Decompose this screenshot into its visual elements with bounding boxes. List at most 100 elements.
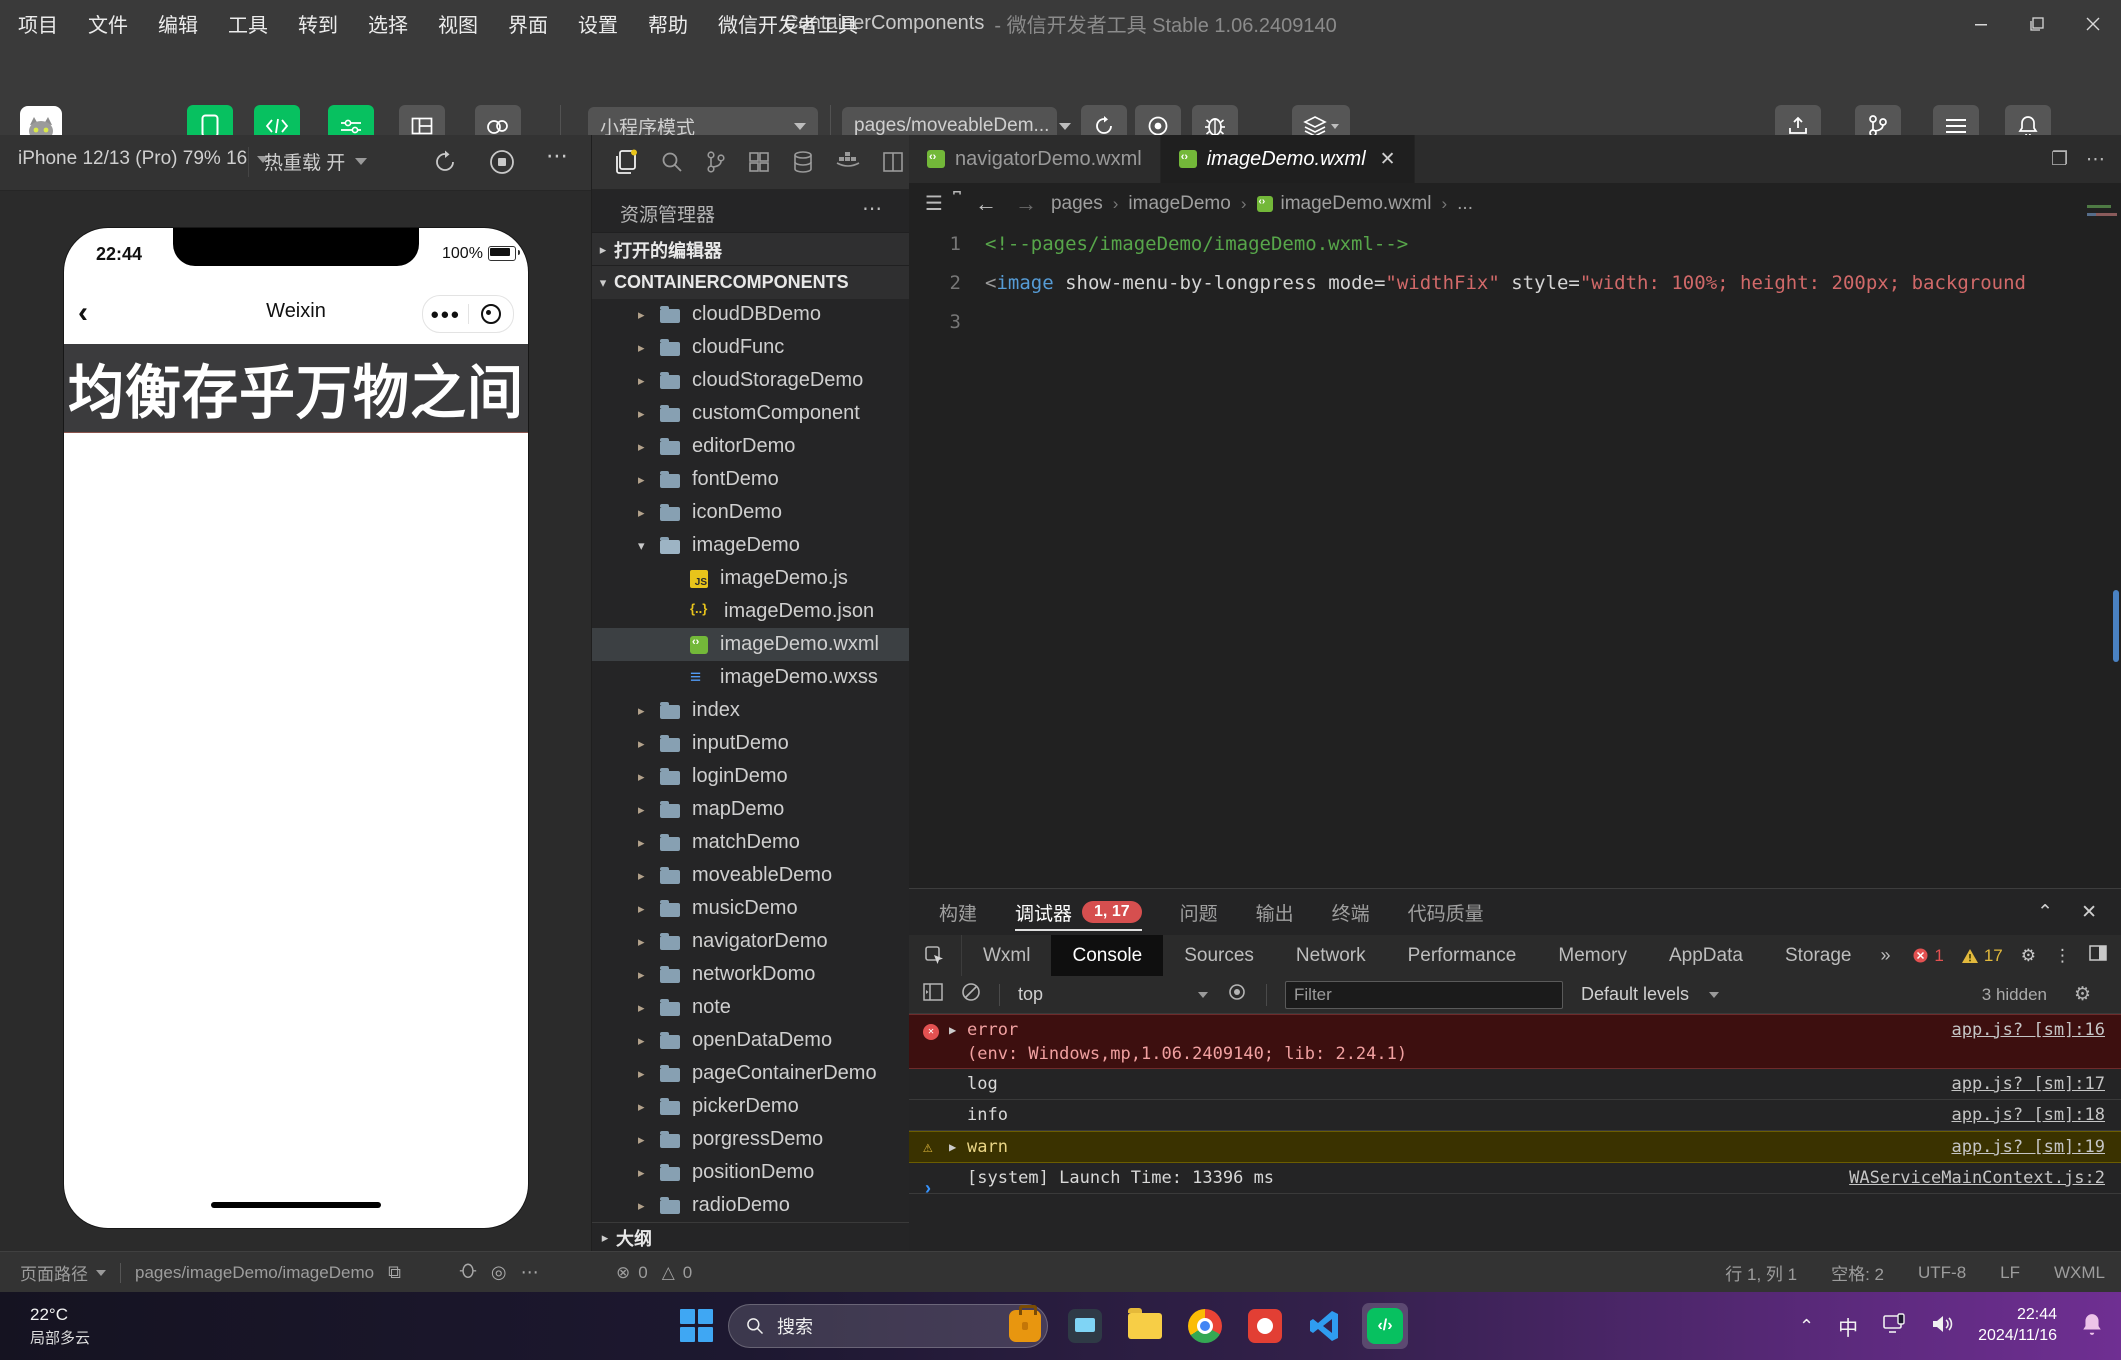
- tree-item[interactable]: index: [592, 694, 910, 727]
- tree-item[interactable]: porgressDemo: [592, 1123, 910, 1156]
- device-select[interactable]: iPhone 12/13 (Pro) 79% 16: [18, 148, 270, 170]
- dock-side-icon[interactable]: [2089, 945, 2107, 966]
- devtools-tab[interactable]: Memory: [1537, 935, 1648, 976]
- statusbar-item[interactable]: 空格: 2: [1831, 1260, 1884, 1285]
- explorer-more-icon[interactable]: ⋯: [862, 196, 884, 221]
- nav-forward-icon[interactable]: →: [1015, 191, 1037, 217]
- taskbar-app-widgets[interactable]: [1062, 1303, 1108, 1349]
- code-lines[interactable]: 1 <!--pages/imageDemo/imageDemo.wxml--> 2 <…: [909, 224, 2121, 888]
- tray-chevron-icon[interactable]: ⌃: [1799, 1316, 1814, 1337]
- tree-item[interactable]: cloudStorageDemo: [592, 364, 910, 397]
- menu-item[interactable]: 帮助: [648, 9, 688, 38]
- problems-counter[interactable]: ⊗ 0 △ 0: [616, 1263, 692, 1283]
- close-tab-icon[interactable]: ✕: [1380, 148, 1396, 171]
- capsule-close-icon[interactable]: [469, 304, 514, 324]
- tree-item[interactable]: editorDemo: [592, 430, 910, 463]
- volume-icon[interactable]: [1930, 1314, 1954, 1339]
- taskbar-app-chrome[interactable]: [1182, 1303, 1228, 1349]
- split-editor-icon[interactable]: ❐: [2051, 148, 2068, 171]
- statusbar-item[interactable]: UTF-8: [1918, 1263, 1966, 1283]
- minimap[interactable]: [2087, 197, 2117, 247]
- menu-item[interactable]: 文件: [88, 9, 128, 38]
- files-icon[interactable]: [614, 149, 638, 175]
- close-panel-icon[interactable]: ✕: [2081, 901, 2097, 924]
- devtools-tab[interactable]: AppData: [1648, 935, 1764, 976]
- tree-item[interactable]: networkDomo: [592, 958, 910, 991]
- code-line[interactable]: 1 <!--pages/imageDemo/imageDemo.wxml-->: [909, 224, 2121, 263]
- devtools-tab[interactable]: Performance: [1387, 935, 1538, 976]
- tree-item[interactable]: loginDemo: [592, 760, 910, 793]
- outline-section[interactable]: ▸ 大纲: [592, 1222, 910, 1252]
- menu-item[interactable]: 项目: [18, 9, 58, 38]
- expand-caret-icon[interactable]: ▶: [949, 1023, 967, 1037]
- clear-console-icon[interactable]: [961, 982, 981, 1008]
- bookmark-icon[interactable]: ⎴: [953, 192, 961, 215]
- tree-item[interactable]: customComponent: [592, 397, 910, 430]
- console-message-row[interactable]: ▶ log app.js? [sm]:17: [909, 1069, 2121, 1100]
- network-display-icon[interactable]: [1882, 1312, 1906, 1340]
- debugger-tab[interactable]: 问题: [1180, 889, 1218, 935]
- taskbar-app-file-explorer[interactable]: [1122, 1303, 1168, 1349]
- docker-icon[interactable]: [836, 151, 860, 173]
- tree-item[interactable]: radioDemo: [592, 1189, 910, 1222]
- tree-item[interactable]: imageDemo.wxml: [592, 628, 910, 661]
- tree-item[interactable]: positionDemo: [592, 1156, 910, 1189]
- ime-indicator[interactable]: 中: [1838, 1312, 1858, 1341]
- nav-back-icon[interactable]: ←: [975, 191, 997, 217]
- statusbar-item[interactable]: WXML: [2054, 1263, 2105, 1283]
- tree-item[interactable]: note: [592, 991, 910, 1024]
- taskbar-search[interactable]: 搜索: [728, 1304, 1048, 1348]
- scrollbar-indicator[interactable]: [2113, 590, 2119, 662]
- inspect-element-icon[interactable]: [909, 935, 962, 976]
- copy-path-icon[interactable]: ⧉: [388, 1262, 401, 1283]
- menu-item[interactable]: 微信开发者工具: [718, 9, 858, 38]
- restart-button[interactable]: [432, 149, 458, 180]
- more-actions-icon[interactable]: ⋯: [2086, 148, 2105, 171]
- source-link[interactable]: app.js? [sm]:18: [1951, 1105, 2105, 1125]
- taskbar-weather[interactable]: 22°C 局部多云: [0, 1305, 90, 1348]
- taskbar-app-wechat-devtools[interactable]: ‹/›: [1362, 1303, 1408, 1349]
- devtools-tab[interactable]: Sources: [1163, 935, 1275, 976]
- taskbar-app-red[interactable]: [1242, 1303, 1288, 1349]
- menu-item[interactable]: 选择: [368, 9, 408, 38]
- statusbar-item[interactable]: LF: [2000, 1263, 2020, 1283]
- collapse-panel-icon[interactable]: ⌃: [2037, 901, 2053, 924]
- statusbar-item[interactable]: 行 1, 列 1: [1725, 1260, 1797, 1285]
- devtools-kebab-icon[interactable]: ⋮: [2054, 946, 2071, 966]
- stop-button[interactable]: [489, 149, 515, 180]
- tree-item[interactable]: cloudFunc: [592, 331, 910, 364]
- console-sidebar-icon[interactable]: [923, 982, 943, 1007]
- database-icon[interactable]: [792, 150, 814, 174]
- page-path-select[interactable]: 页面路径: [20, 1260, 106, 1285]
- breadcrumb-imageDemo[interactable]: imageDemo: [1128, 193, 1230, 215]
- code-line[interactable]: 2 <image show-menu-by-longpress mode="wid…: [909, 263, 2121, 302]
- breadcrumb-pages[interactable]: pages: [1051, 193, 1103, 215]
- tree-item[interactable]: inputDemo: [592, 727, 910, 760]
- hot-reload-select[interactable]: 热重载 开: [264, 148, 368, 175]
- statusbar-more-icon[interactable]: ⋯: [521, 1262, 539, 1283]
- breadcrumb-file[interactable]: imageDemo.wxml: [1256, 193, 1431, 215]
- debugger-tab[interactable]: 代码质量: [1408, 889, 1484, 935]
- menu-item[interactable]: 设置: [578, 9, 618, 38]
- source-link[interactable]: app.js? [sm]:19: [1951, 1137, 2105, 1157]
- tab-imageDemo[interactable]: imageDemo.wxml ✕: [1160, 135, 1415, 183]
- devtools-tab[interactable]: Network: [1275, 935, 1387, 976]
- console-filter-input[interactable]: [1285, 980, 1563, 1009]
- outline-list-icon[interactable]: ☰: [925, 191, 943, 216]
- current-page-path[interactable]: pages/imageDemo/imageDemo: [135, 1263, 374, 1283]
- debugger-tab[interactable]: 终端: [1332, 889, 1370, 935]
- tree-item[interactable]: imageDemo.wxss: [592, 661, 910, 694]
- menu-item[interactable]: 编辑: [158, 9, 198, 38]
- log-levels-select[interactable]: Default levels: [1581, 984, 1720, 1005]
- debugger-tab[interactable]: 调试器 1, 17: [1015, 889, 1142, 935]
- live-expression-eye-icon[interactable]: [1226, 983, 1248, 1006]
- tree-item[interactable]: imageDemo.json: [592, 595, 910, 628]
- tree-item[interactable]: navigatorDemo: [592, 925, 910, 958]
- maximize-button[interactable]: [2009, 0, 2065, 47]
- source-link[interactable]: app.js? [sm]:16: [1951, 1020, 2105, 1040]
- tree-item[interactable]: imageDemo.js: [592, 562, 910, 595]
- demo-image[interactable]: 均衡存乎万物之间: [64, 344, 528, 433]
- hidden-messages-label[interactable]: 3 hidden: [1982, 985, 2047, 1005]
- tab-overflow-icon[interactable]: »: [1873, 945, 1899, 966]
- menu-item[interactable]: 界面: [508, 9, 548, 38]
